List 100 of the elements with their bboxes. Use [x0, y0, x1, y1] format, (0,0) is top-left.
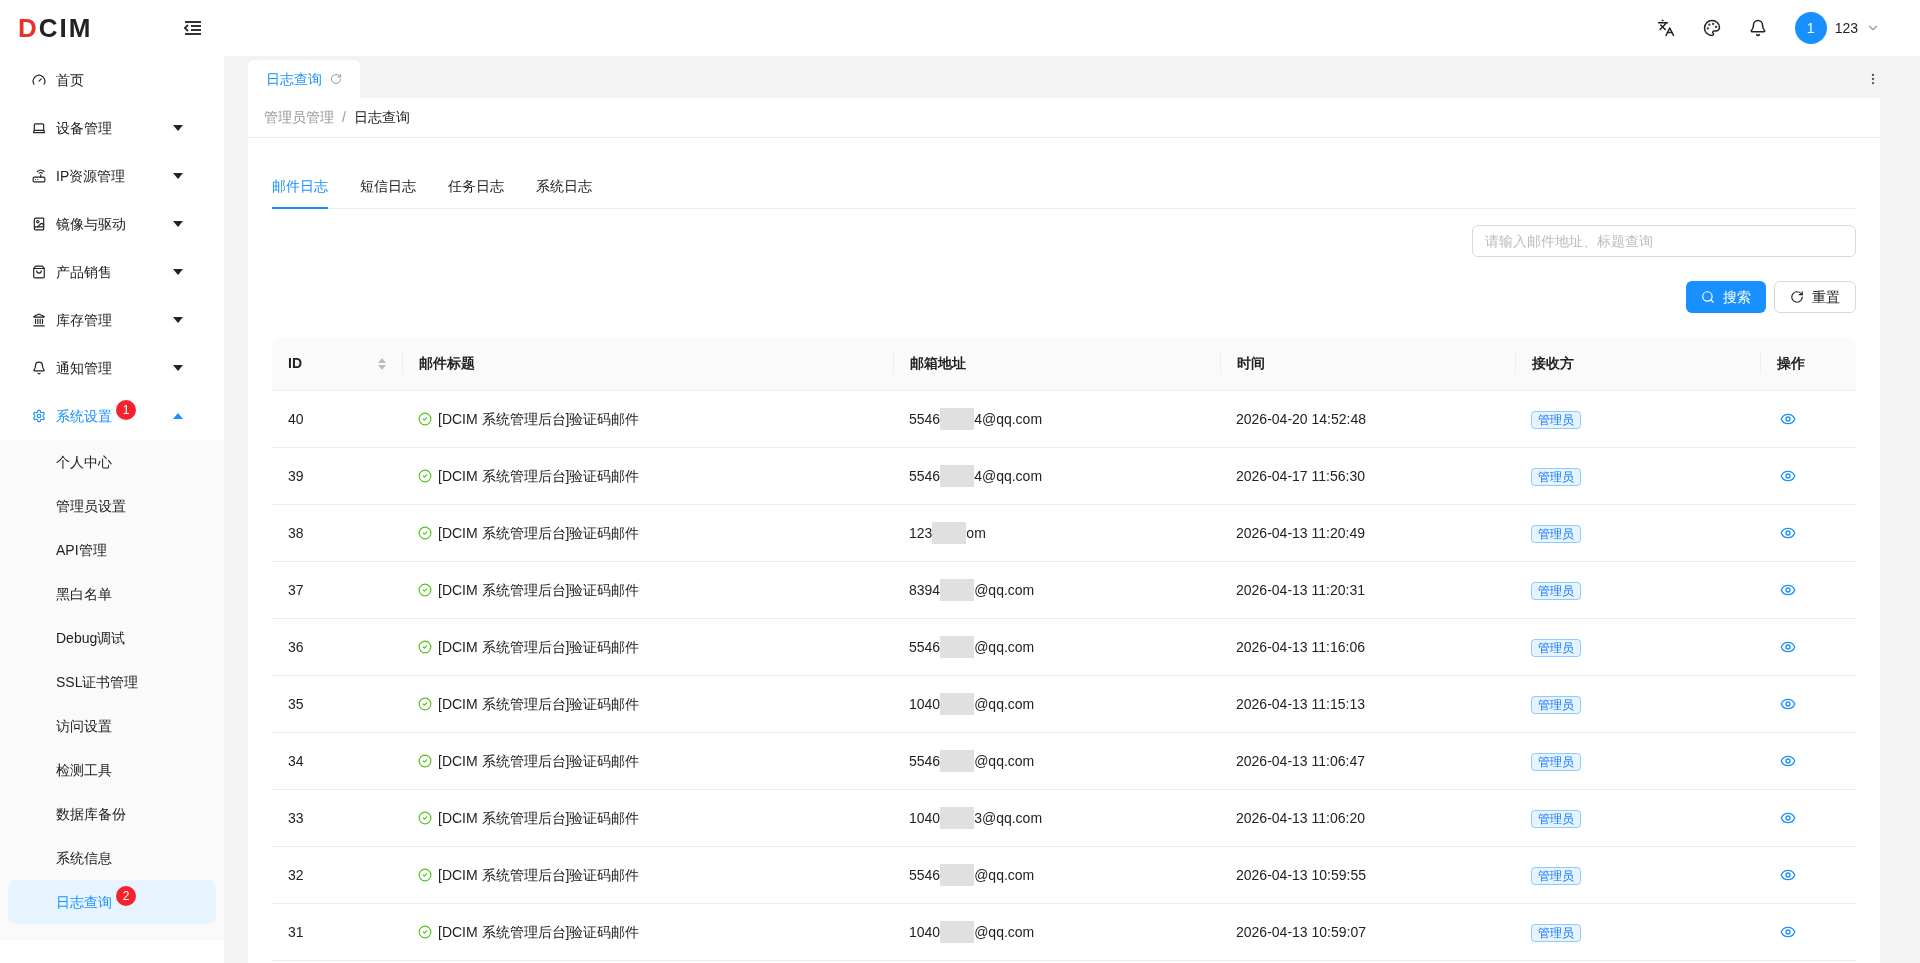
success-icon — [418, 469, 432, 483]
table-cell-text: [DCIM 系统管理后台]验证码邮件 — [438, 523, 640, 543]
sidebar-item[interactable]: 系统设置 1 — [0, 392, 224, 440]
table-cell: 35 — [288, 695, 304, 712]
table-cell-text: 1040 — [909, 808, 941, 828]
submenu-item[interactable]: SSL证书管理 — [8, 660, 216, 704]
table-cell-text: 4@qq.com — [974, 466, 1043, 486]
sidebar-item[interactable]: 设备管理 — [0, 104, 224, 152]
view-icon[interactable] — [1780, 411, 1796, 427]
table-cell-text: 5546 — [909, 409, 941, 429]
table-cell-text: [DCIM 系统管理后台]验证码邮件 — [438, 694, 640, 714]
submenu-item[interactable]: 管理员设置 — [8, 484, 216, 528]
count-badge: 2 — [116, 886, 136, 906]
success-icon — [418, 697, 432, 711]
palette-icon[interactable] — [1702, 19, 1721, 37]
menu-icon — [32, 265, 46, 279]
menu-icon — [32, 169, 46, 183]
table-cell: 40 — [288, 410, 304, 427]
submenu-item[interactable]: 检测工具 — [8, 748, 216, 792]
role-tag: 管理员 — [1531, 695, 1581, 714]
sidebar-item[interactable]: 库存管理 — [0, 296, 224, 344]
table-cell-text: 8394 — [909, 580, 941, 600]
table-cell-text: 4@qq.com — [974, 409, 1043, 429]
column-header: 时间 — [1237, 354, 1265, 373]
view-icon[interactable] — [1780, 696, 1796, 712]
sidebar-item[interactable]: 首页 — [0, 56, 224, 104]
role-tag: 管理员 — [1531, 752, 1581, 771]
user-name[interactable]: 123 — [1834, 17, 1858, 39]
view-icon[interactable] — [1780, 468, 1796, 484]
reset-icon — [1790, 290, 1804, 304]
table-cell: 37 — [288, 581, 304, 598]
table-cell-text: 1040 — [909, 922, 941, 942]
table-cell: 39 — [288, 467, 304, 484]
submenu-item[interactable]: 个人中心 — [8, 440, 216, 484]
success-icon — [418, 526, 432, 540]
table-cell: 2026-04-13 11:06:47 — [1236, 752, 1365, 769]
table-cell: 2026-04-13 11:20:31 — [1236, 581, 1365, 598]
notification-icon[interactable] — [1748, 19, 1767, 37]
tab[interactable]: 短信日志 — [360, 165, 416, 209]
submenu-item[interactable]: API管理 — [8, 528, 216, 572]
search-field[interactable]: 请输入邮件地址、标题查询 — [1472, 225, 1856, 257]
success-icon — [418, 925, 432, 939]
menu-icon — [32, 361, 46, 375]
success-icon — [418, 412, 432, 426]
tab[interactable]: 系统日志 — [536, 165, 592, 209]
role-tag: 管理员 — [1531, 866, 1581, 885]
translate-icon[interactable] — [1656, 19, 1675, 37]
view-icon[interactable] — [1780, 924, 1796, 940]
table-cell-text: @qq.com — [974, 751, 1035, 771]
table-cell-text: @qq.com — [974, 580, 1035, 600]
menu-icon — [32, 217, 46, 231]
reload-icon[interactable] — [330, 73, 342, 85]
table-cell-text: [DCIM 系统管理后台]验证码邮件 — [438, 409, 640, 429]
breadcrumb-current[interactable]: 日志查询 — [353, 107, 410, 128]
submenu-item[interactable]: Debug调试 — [8, 616, 216, 660]
submenu-item[interactable]: 日志查询 2 — [8, 880, 216, 924]
table-cell-text: [DCIM 系统管理后台]验证码邮件 — [438, 466, 640, 486]
table-cell-text: [DCIM 系统管理后台]验证码邮件 — [438, 751, 640, 771]
view-icon[interactable] — [1780, 753, 1796, 769]
column-header: 邮件标题 — [419, 354, 475, 373]
view-icon[interactable] — [1780, 525, 1796, 541]
role-tag: 管理员 — [1531, 581, 1581, 600]
sidebar-item[interactable]: 镜像与驱动 — [0, 200, 224, 248]
table-cell-text: @qq.com — [974, 922, 1035, 942]
table-cell-text: 123 — [909, 523, 933, 543]
table-cell: 2026-04-13 10:59:07 — [1236, 923, 1366, 940]
sidebar-item[interactable]: 产品销售 — [0, 248, 224, 296]
table-cell: 2026-04-20 14:52:48 — [1236, 410, 1366, 427]
view-icon[interactable] — [1780, 867, 1796, 883]
menu-collapse-icon[interactable] — [184, 20, 202, 36]
success-icon — [418, 640, 432, 654]
column-header: ID — [288, 354, 302, 373]
view-icon[interactable] — [1780, 582, 1796, 598]
table-cell-text: @qq.com — [974, 694, 1035, 714]
view-icon[interactable] — [1780, 639, 1796, 655]
table-cell-text: [DCIM 系统管理后台]验证码邮件 — [438, 922, 640, 942]
search-icon — [1701, 290, 1715, 304]
success-icon — [418, 754, 432, 768]
view-icon[interactable] — [1780, 810, 1796, 826]
submenu-item[interactable]: 黑白名单 — [8, 572, 216, 616]
table-cell: 2026-04-13 10:59:55 — [1236, 866, 1366, 883]
submenu-item[interactable]: 系统信息 — [8, 836, 216, 880]
submenu-item[interactable]: 数据库备份 — [8, 792, 216, 836]
table-cell-text: 1040 — [909, 694, 941, 714]
sidebar-item[interactable]: IP资源管理 — [0, 152, 224, 200]
sidebar-item[interactable]: 通知管理 — [0, 344, 224, 392]
table-cell: 36 — [288, 638, 304, 655]
table-cell-text: 5546 — [909, 637, 941, 657]
submenu-item[interactable]: 访问设置 — [8, 704, 216, 748]
column-header: 操作 — [1777, 354, 1805, 373]
table-cell: 31 — [288, 923, 304, 940]
reset-button[interactable]: 重置 — [1774, 281, 1856, 313]
table-cell: 2026-04-13 11:20:49 — [1236, 524, 1365, 541]
table-cell-text: 5546 — [909, 865, 941, 885]
redaction-blur — [932, 522, 967, 544]
tab[interactable]: 任务日志 — [448, 165, 504, 209]
sort-icon[interactable] — [378, 357, 386, 370]
success-icon — [418, 583, 432, 597]
table-cell-text: 5546 — [909, 751, 941, 771]
table-cell: 2026-04-13 11:06:20 — [1236, 809, 1365, 826]
